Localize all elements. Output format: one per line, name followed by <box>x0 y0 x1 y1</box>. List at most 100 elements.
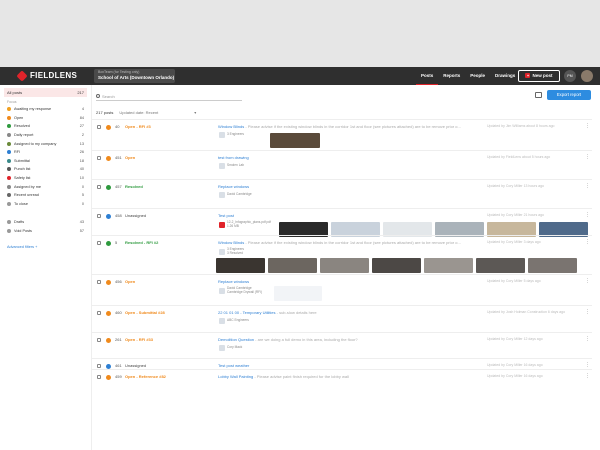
sidebar-item-rfi[interactable]: RFI 26 <box>4 148 87 157</box>
print-icon[interactable] <box>535 92 542 98</box>
sidebar-item-resolved[interactable]: Resolved 27 <box>4 122 87 131</box>
more-icon[interactable]: ⋮ <box>585 239 590 245</box>
post-title-link[interactable]: Window Blinds - Please advise if the exi… <box>218 124 461 129</box>
user-photo-avatar[interactable] <box>581 70 593 82</box>
nav-people[interactable]: People <box>465 67 490 85</box>
sidebar-item-assigned-to-my-company[interactable]: Assigned to my company 13 <box>4 139 87 148</box>
post-attachment[interactable]: 12-2_Infographic_plans.pdf pdf 1.26 MB <box>219 220 271 229</box>
nav-drawings[interactable]: Drawings <box>490 67 520 85</box>
post-updated-meta: Updated by Cory Miller 16 days ago <box>487 374 543 378</box>
post-title-link[interactable]: Window Blinds - Please advise if the exi… <box>218 240 461 245</box>
more-icon[interactable]: ⋮ <box>585 336 590 342</box>
photo-thumbnail[interactable] <box>274 286 322 301</box>
table-row[interactable]: 451 Open test from drawing Updated by Field… <box>92 150 592 179</box>
table-row[interactable]: 461 Unassigned Test post weather Updated by… <box>92 358 592 369</box>
post-count: 217 posts <box>96 110 114 115</box>
post-attachment[interactable]: David Cambridge <box>219 192 252 198</box>
post-status: Open - Reference #82 <box>125 374 166 379</box>
sort-dropdown[interactable]: Updated date: Recent <box>119 110 158 115</box>
sidebar-item-all-posts[interactable]: All posts 217 <box>4 88 87 97</box>
search-bar[interactable]: Search <box>96 92 242 101</box>
photo-thumbnail[interactable] <box>270 133 320 148</box>
sidebar-item-drafts[interactable]: Drafts 43 <box>4 218 87 227</box>
sidebar-item-open[interactable]: Open 84 <box>4 114 87 123</box>
table-row[interactable]: 456 Open Replace windows Updated by Cory Mi… <box>92 274 592 305</box>
sidebar-item-safety-list[interactable]: Safety list 10 <box>4 174 87 183</box>
sidebar-item-to-close[interactable]: To close 0 <box>4 200 87 209</box>
row-checkbox[interactable] <box>97 214 101 218</box>
photo-thumbnail[interactable] <box>372 258 421 273</box>
assignee-icon <box>219 163 225 169</box>
project-selector[interactable]: BoxTeam (for Testing only) School of Art… <box>94 69 175 83</box>
new-post-button[interactable]: + New post <box>518 70 560 82</box>
photo-thumbnail[interactable] <box>320 258 369 273</box>
row-checkbox[interactable] <box>97 156 101 160</box>
fieldlens-logo[interactable]: FIELDLENS <box>16 69 77 82</box>
table-row[interactable]: 261 Open - RFI #33 Demolition Question - a… <box>92 332 592 358</box>
search-input[interactable]: Search <box>102 94 115 99</box>
row-checkbox[interactable] <box>97 185 101 189</box>
sidebar-item-punch-list[interactable]: Punch list 40 <box>4 165 87 174</box>
more-icon[interactable]: ⋮ <box>585 278 590 284</box>
sidebar-item-assigned-by-me[interactable]: Assigned by me 0 <box>4 182 87 191</box>
sidebar-item-count: 0 <box>81 201 84 206</box>
photo-thumbnail[interactable] <box>424 258 473 273</box>
post-title-link[interactable]: Lobby Wall Painting - Please advise pain… <box>218 374 349 379</box>
chevron-down-icon[interactable]: ▾ <box>194 110 196 115</box>
filter-dot-icon <box>7 184 11 189</box>
table-row[interactable]: 458 Unassigned Test post Updated by Cory Mi… <box>92 208 592 237</box>
more-icon[interactable]: ⋮ <box>585 362 590 368</box>
attachment-sublabel: 3 Resolved <box>227 250 243 255</box>
post-title-link[interactable]: Test post <box>218 213 234 218</box>
photo-thumbnail[interactable] <box>476 258 525 273</box>
table-row[interactable]: 457 Resolved Replace windows Updated by Cor… <box>92 179 592 208</box>
status-icon <box>106 337 111 343</box>
export-report-button[interactable]: Export report <box>547 90 591 100</box>
post-updated-meta: Updated by Cory Miller 16 days ago <box>487 363 543 367</box>
row-checkbox[interactable] <box>97 338 101 342</box>
more-icon[interactable]: ⋮ <box>585 123 590 129</box>
table-row[interactable]: 459 Open - Reference #82 Lobby Wall Painti… <box>92 369 592 380</box>
post-title-link[interactable]: Test post weather <box>218 363 249 368</box>
sidebar-item-recent-unread[interactable]: Recent unread 5 <box>4 191 87 200</box>
more-icon[interactable]: ⋮ <box>585 183 590 189</box>
post-attachment[interactable]: Cory Mack <box>219 345 242 351</box>
status-icon <box>106 374 111 380</box>
nav-reports[interactable]: Reports <box>438 67 465 85</box>
post-attachment[interactable]: ABC Engineers <box>219 318 249 324</box>
project-name: School of Arts (Downtown Orlando) <box>98 75 175 80</box>
post-attachment[interactable]: 3 Engineers <box>219 132 244 138</box>
photo-thumbnail[interactable] <box>268 258 317 273</box>
photo-thumbnail[interactable] <box>216 258 265 273</box>
row-checkbox[interactable] <box>97 364 101 368</box>
sidebar-item-daily-report[interactable]: Daily report 2 <box>4 131 87 140</box>
post-attachment[interactable]: 3 Engineers 3 Resolved <box>219 247 244 256</box>
row-checkbox[interactable] <box>97 375 101 379</box>
more-icon[interactable]: ⋮ <box>585 309 590 315</box>
more-icon[interactable]: ⋮ <box>585 212 590 218</box>
row-checkbox[interactable] <box>97 311 101 315</box>
row-checkbox[interactable] <box>97 125 101 129</box>
sidebar-item-void-posts[interactable]: Void Posts 57 <box>4 227 87 236</box>
sidebar-item-awaiting-my-response[interactable]: Awaiting my response 4 <box>4 105 87 114</box>
sidebar-item-submittal[interactable]: Submittal 18 <box>4 157 87 166</box>
table-row[interactable]: 460 Open - Submittal #28 22 01 01 00 - Tem… <box>92 305 592 332</box>
post-title-link[interactable]: Replace windows <box>218 184 249 189</box>
filter-dot-icon <box>7 115 11 120</box>
more-icon[interactable]: ⋮ <box>585 373 590 379</box>
post-title-link[interactable]: Demolition Question - are we doing a ful… <box>218 337 358 342</box>
post-title-link[interactable]: Replace windows <box>218 279 249 284</box>
table-row[interactable]: 40 Open - RFI #3 Window Blinds - Please ad… <box>92 119 592 150</box>
advanced-filters-link[interactable]: Advanced filters + <box>7 245 84 249</box>
user-initials-avatar[interactable]: PM <box>564 70 576 82</box>
more-icon[interactable]: ⋮ <box>585 154 590 160</box>
photo-thumbnail[interactable] <box>528 258 577 273</box>
post-title-link[interactable]: 22 01 01 00 - Temporary Utilities - sub-… <box>218 310 317 315</box>
nav-posts[interactable]: Posts <box>416 67 439 85</box>
row-checkbox[interactable] <box>97 241 101 245</box>
table-row[interactable]: 5 Resolved - RFI #2 Window Blinds - Please… <box>92 235 592 274</box>
post-attachment[interactable]: Smolen Lab <box>219 163 244 169</box>
row-checkbox[interactable] <box>97 280 101 284</box>
post-title-link[interactable]: test from drawing <box>218 155 249 160</box>
post-attachment[interactable]: David Cambridge Cambridge Drywall (RFI) <box>219 286 262 295</box>
